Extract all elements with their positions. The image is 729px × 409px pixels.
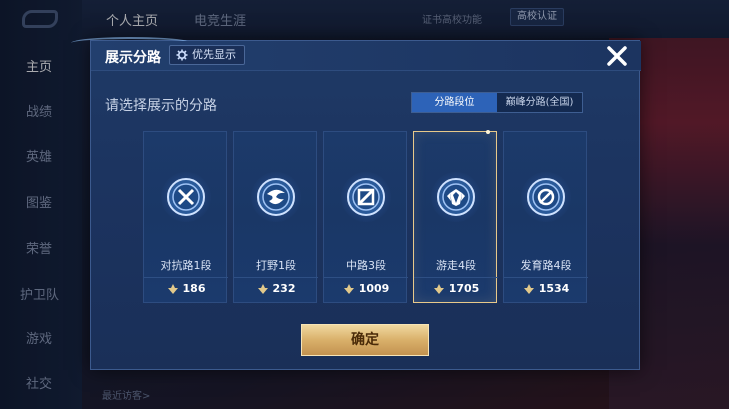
lane-points: 232: [234, 282, 318, 295]
lane-name: 对抗路1段: [160, 259, 212, 272]
lane-display-dialog: 展示分路 优先显示 请选择展示的分路 分路段位 巅峰分路(全国) 对抗路1段 1…: [71, 37, 641, 370]
lane-name: 中路3段: [346, 259, 386, 272]
rank-points-icon: [167, 283, 178, 294]
card-divider: [234, 277, 318, 278]
card-divider: [504, 277, 588, 278]
lane-points-value: 1534: [538, 282, 570, 295]
gear-icon: [176, 49, 188, 61]
mid-lane-icon: [347, 178, 385, 216]
lane-points-value: 1705: [448, 282, 480, 295]
lane-points: 186: [144, 282, 228, 295]
dialog-subtitle: 请选择展示的分路: [105, 98, 217, 114]
lane-card-roam[interactable]: 游走4段 1705: [413, 130, 498, 303]
confirm-button[interactable]: 确定: [301, 324, 429, 356]
lane-points-value: 1009: [358, 282, 390, 295]
priority-display-label: 优先显示: [192, 48, 236, 61]
lane-card-jungle[interactable]: 打野1段 232: [233, 131, 318, 303]
jungle-icon: [257, 178, 295, 216]
clash-lane-icon: [167, 178, 205, 216]
lane-points: 1009: [324, 282, 408, 295]
dialog-title: 展示分路: [105, 50, 161, 66]
lane-points: 1705: [414, 282, 498, 295]
close-button[interactable]: [599, 41, 635, 71]
lane-points-value: 186: [182, 282, 206, 295]
lane-points: 1534: [504, 282, 588, 295]
lane-cards: 对抗路1段 186 打野1段 232 中路3段 1009 游走4段 1705 发…: [143, 130, 589, 303]
card-divider: [414, 277, 498, 278]
lane-mode-toggle: 分路段位 巅峰分路(全国): [411, 92, 583, 113]
lane-card-farm[interactable]: 发育路4段 1534: [503, 131, 588, 303]
toggle-peak-lane[interactable]: 巅峰分路(全国): [497, 93, 582, 112]
dialog-header: 展示分路 优先显示: [91, 41, 641, 71]
priority-display-button[interactable]: 优先显示: [169, 45, 245, 65]
rank-points-icon: [343, 283, 354, 294]
roam-icon: [437, 178, 475, 216]
rank-points-icon: [433, 283, 444, 294]
card-divider: [324, 277, 408, 278]
rank-points-icon: [523, 283, 534, 294]
lane-card-clash[interactable]: 对抗路1段 186: [143, 131, 228, 303]
rank-points-icon: [257, 283, 268, 294]
farm-lane-icon: [527, 178, 565, 216]
lane-name: 游走4段: [436, 259, 476, 272]
lane-name: 打野1段: [256, 259, 296, 272]
card-divider: [144, 277, 228, 278]
lane-name: 发育路4段: [520, 259, 572, 272]
lane-points-value: 232: [272, 282, 296, 295]
close-icon: [607, 46, 627, 66]
toggle-lane-rank[interactable]: 分路段位: [412, 93, 497, 112]
lane-card-mid[interactable]: 中路3段 1009: [323, 131, 408, 303]
